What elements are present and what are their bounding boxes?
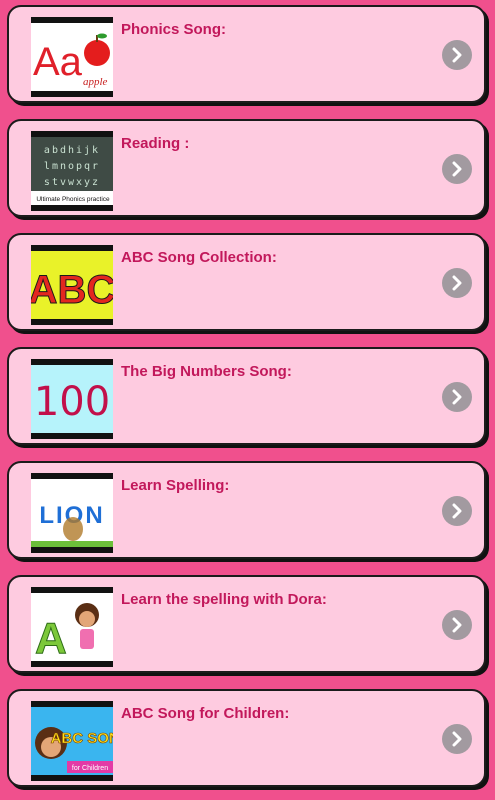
chevron-right-icon[interactable] [442,382,472,412]
list-item-abc-song-collection[interactable]: ABC ABC Song Collection: [7,233,486,331]
svg-text:100: 100 [34,379,110,425]
chevron-right-icon[interactable] [442,154,472,184]
list-item-spelling-with-dora[interactable]: A Learn the spelling with Dora: [7,575,486,673]
item-title: Learn the spelling with Dora: [121,591,327,608]
list-item-big-numbers-song[interactable]: 100 The Big Numbers Song: [7,347,486,445]
chevron-right-icon[interactable] [442,268,472,298]
item-title: ABC Song Collection: [121,249,277,266]
svg-text:Ultimate Phonics practice: Ultimate Phonics practice [36,196,110,203]
svg-text:ABC: ABC [31,268,113,312]
item-title: The Big Numbers Song: [121,363,292,380]
thumbnail-abc: ABC [31,245,113,325]
svg-text:A: A [35,614,67,661]
svg-text:Aa: Aa [33,40,83,84]
list-item-reading[interactable]: abdhijk lmnopqr stvwxyz Ultimate Phonics… [7,119,486,217]
item-title: Reading : [121,135,190,152]
chevron-right-icon[interactable] [442,724,472,754]
thumbnail-abc-song-children: ABC SONG for Children [31,701,113,781]
svg-text:lmnopqr: lmnopqr [44,161,100,172]
thumbnail-reading: abdhijk lmnopqr stvwxyz Ultimate Phonics… [31,131,113,211]
svg-text:for Children: for Children [72,765,108,772]
chevron-right-icon[interactable] [442,610,472,640]
svg-text:stvwxyz: stvwxyz [44,177,100,188]
svg-text:apple: apple [83,76,108,88]
list-item-abc-song-for-children[interactable]: ABC SONG for Children ABC Song for Child… [7,689,486,787]
item-title: Phonics Song: [121,21,226,38]
thumbnail-100: 100 [31,359,113,439]
video-list: Aa apple Phonics Song: abdhijk lmnopqr s… [0,0,495,800]
chevron-right-icon[interactable] [442,496,472,526]
item-title: ABC Song for Children: [121,705,290,722]
svg-text:ABC SONG: ABC SONG [51,730,113,747]
chevron-right-icon[interactable] [442,40,472,70]
list-item-phonics-song[interactable]: Aa apple Phonics Song: [7,5,486,103]
item-title: Learn Spelling: [121,477,230,494]
thumbnail-lion: LION [31,473,113,553]
thumbnail-phonics: Aa apple [31,17,113,97]
list-item-learn-spelling[interactable]: LION Learn Spelling: [7,461,486,559]
thumbnail-dora: A [31,587,113,667]
svg-text:abdhijk: abdhijk [44,145,100,156]
